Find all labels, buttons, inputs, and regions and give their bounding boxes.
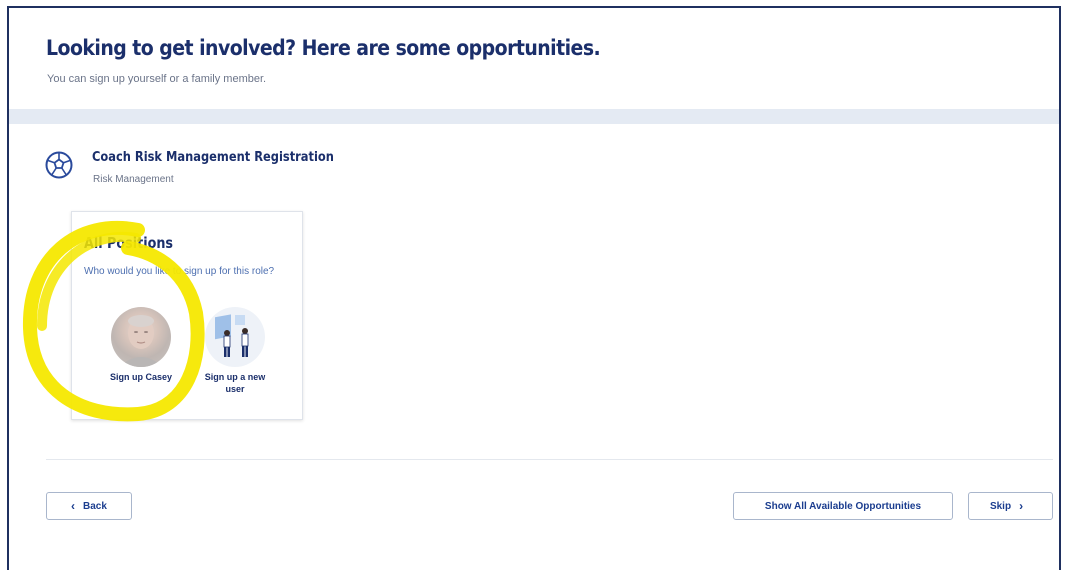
- page-title: Looking to get involved? Here are some o…: [46, 36, 601, 60]
- opportunity-category: Risk Management: [93, 174, 174, 185]
- back-button-label: Back: [83, 500, 107, 512]
- skip-button[interactable]: Skip ›: [968, 492, 1053, 520]
- chevron-right-icon: ›: [1019, 499, 1024, 513]
- back-button[interactable]: ‹ Back: [46, 492, 132, 520]
- sign-up-casey-label: Sign up Casey: [109, 372, 172, 382]
- skip-button-label: Skip: [989, 500, 1012, 512]
- soccer-ball-icon: [45, 151, 73, 179]
- opportunity-title: Coach Risk Management Registration: [92, 150, 334, 165]
- casey-avatar: [111, 307, 171, 367]
- sign-up-new-user-label: Sign up a new user: [204, 372, 266, 394]
- new-user-illustration-icon: [205, 307, 265, 367]
- show-all-opportunities-button[interactable]: Show All Available Opportunities: [733, 492, 953, 520]
- section-divider-band: [9, 109, 1059, 124]
- position-card-title: All Positions: [84, 234, 174, 252]
- page-subtitle: You can sign up yourself or a family mem…: [47, 73, 267, 85]
- sign-up-casey-option[interactable]: Sign up Casey: [106, 307, 176, 383]
- person-photo-icon: [119, 315, 163, 367]
- footer-divider: [46, 459, 1053, 460]
- position-card: All Positions Who would you like to sign…: [71, 211, 303, 420]
- position-card-question: Who would you like to sign up for this r…: [84, 266, 275, 277]
- sign-up-new-user-option[interactable]: Sign up a new user: [200, 307, 270, 395]
- show-all-label: Show All Available Opportunities: [764, 500, 922, 512]
- chevron-left-icon: ‹: [71, 499, 75, 513]
